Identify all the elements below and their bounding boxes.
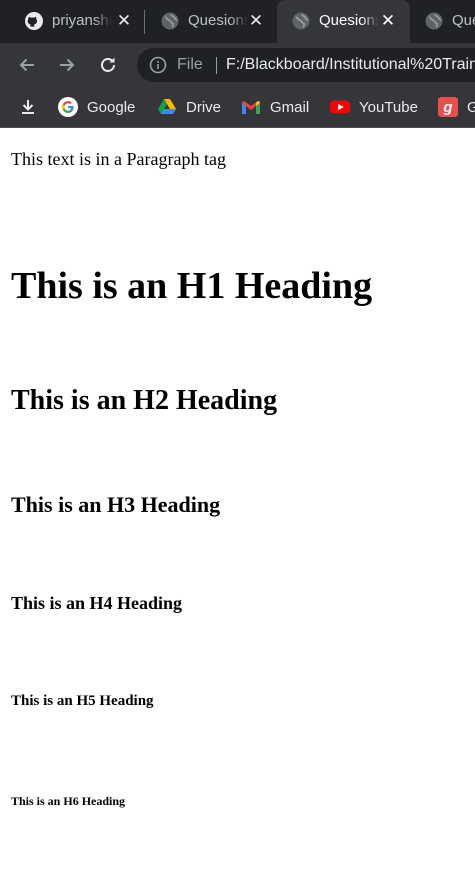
drive-icon xyxy=(157,97,177,117)
bookmark-label: Drive xyxy=(186,98,222,116)
bookmark-label: Google xyxy=(87,98,136,116)
heading-h5: This is an H5 Heading xyxy=(11,693,154,709)
reload-icon xyxy=(101,57,115,72)
bookmark-gmail[interactable]: Gmail xyxy=(241,87,309,127)
bookmark-label: Gmail xyxy=(270,98,310,116)
bookmark-drive[interactable]: Drive xyxy=(157,87,221,127)
url-scheme-label: File xyxy=(177,56,203,73)
heading-h4: This is an H4 Heading xyxy=(11,593,183,613)
globe-icon xyxy=(292,12,310,30)
bookmark-label: G xyxy=(467,99,475,116)
youtube-icon xyxy=(330,97,350,117)
tab-github[interactable]: priyanshu ✕ xyxy=(10,0,142,43)
gmail-icon xyxy=(241,97,261,117)
bookmark-g[interactable]: g G xyxy=(438,87,475,127)
forward-button[interactable] xyxy=(55,53,79,77)
g-icon: g xyxy=(438,97,458,117)
url-text[interactable]: F:/Blackboard/Institutional%20Training xyxy=(226,56,475,74)
address-bar[interactable]: File F:/Blackboard/Institutional%20Train… xyxy=(137,48,475,82)
heading-h6: This is an H6 Heading xyxy=(11,794,126,808)
close-icon[interactable]: ✕ xyxy=(114,11,134,31)
github-icon xyxy=(25,12,43,30)
tab-quesions-active[interactable]: Quesions ✕ xyxy=(277,0,410,43)
svg-text:g: g xyxy=(442,99,452,116)
paragraph-text: This text is in a Paragraph tag xyxy=(11,149,226,169)
arrow-left-icon xyxy=(19,58,34,72)
google-icon xyxy=(58,97,78,117)
bookmark-label: YouTube xyxy=(359,98,418,116)
close-icon[interactable]: ✕ xyxy=(378,11,398,31)
reload-button[interactable] xyxy=(96,53,120,77)
info-icon[interactable] xyxy=(149,56,167,74)
heading-h3: This is an H3 Heading xyxy=(11,492,221,517)
url-divider xyxy=(216,57,217,74)
tab-title: Quesions xyxy=(319,12,379,29)
tab-quesions-2[interactable]: Quesions xyxy=(410,0,475,43)
browser-toolbar: File F:/Blackboard/Institutional%20Train… xyxy=(0,43,475,87)
tab-quesions-1[interactable]: Quesions ✕ xyxy=(146,0,274,43)
download-icon xyxy=(18,97,38,117)
bookmark-google[interactable]: Google xyxy=(58,87,135,127)
bookmarks-bar: Google Drive Gmail YouTube g xyxy=(0,87,475,128)
heading-h1: This is an H1 Heading xyxy=(11,265,373,307)
globe-icon xyxy=(161,12,179,30)
globe-icon xyxy=(425,12,443,30)
tab-separator xyxy=(144,10,145,34)
page-content: This text is in a Paragraph tag This is … xyxy=(0,128,475,872)
heading-h2: This is an H2 Heading xyxy=(11,385,278,416)
tab-title: Quesions xyxy=(452,12,475,29)
arrow-right-icon xyxy=(60,58,75,72)
bookmark-downloads[interactable] xyxy=(18,87,47,127)
back-button[interactable] xyxy=(15,53,39,77)
tab-title: priyanshu xyxy=(52,12,112,29)
bookmark-youtube[interactable]: YouTube xyxy=(330,87,418,127)
close-icon[interactable]: ✕ xyxy=(246,11,266,31)
tab-strip: priyanshu ✕ Quesions ✕ Quesions ✕ Quesio… xyxy=(0,0,475,43)
tab-title: Quesions xyxy=(188,12,248,29)
